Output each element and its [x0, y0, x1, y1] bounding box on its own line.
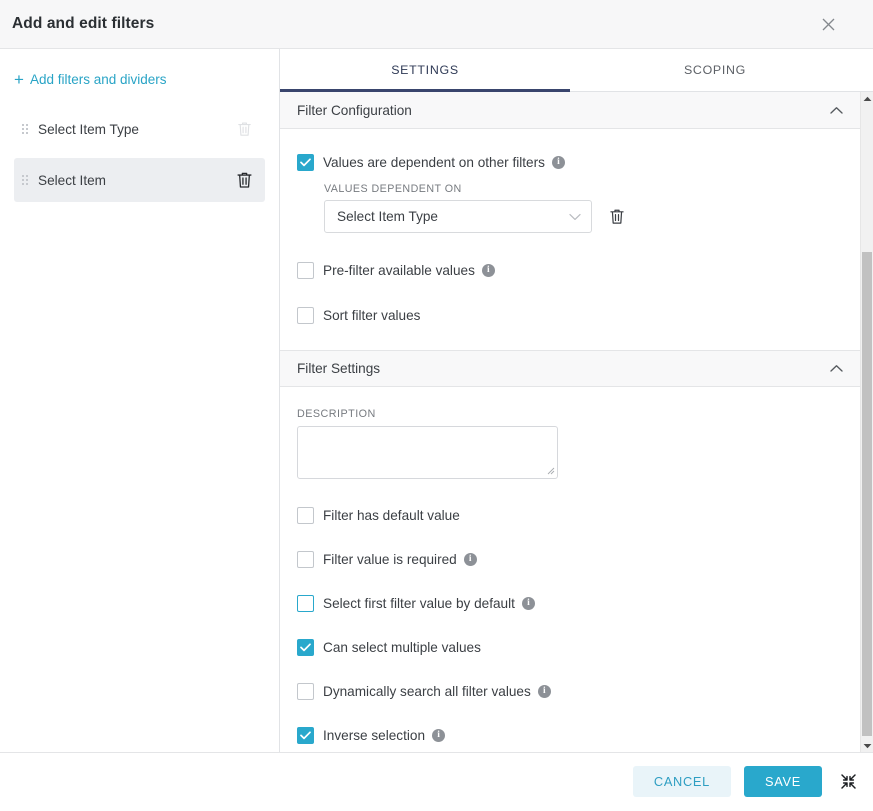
textarea-resize-grip-icon: [546, 466, 555, 477]
select-value: Select Item Type: [337, 209, 438, 224]
checkbox-row-values-dependent: Values are dependent on other filters i: [297, 151, 843, 173]
values-dependent-on-label: VALUES DEPENDENT ON: [324, 183, 462, 195]
checkbox-row-filter-value-is-required: Filter value is required i: [297, 548, 843, 570]
checkbox-label[interactable]: Values are dependent on other filters i: [323, 155, 565, 170]
section-title: Filter Configuration: [297, 102, 412, 118]
checkbox-filter-has-default-value[interactable]: [297, 506, 314, 524]
checkbox-dynamically-search-all-filter-values[interactable]: [297, 682, 314, 700]
info-icon[interactable]: i: [481, 264, 495, 277]
description-label: DESCRIPTION: [297, 408, 376, 420]
checkbox-sort-filter-values[interactable]: [297, 306, 314, 324]
section-body-filter-configuration: Values are dependent on other filters i …: [280, 129, 860, 326]
scroll-down-arrow-icon[interactable]: [861, 739, 873, 752]
checkbox-text: Values are dependent on other filters: [323, 154, 545, 170]
trash-icon[interactable]: [233, 118, 255, 140]
shrink-arrows-icon[interactable]: [837, 771, 859, 793]
chevron-up-icon[interactable]: [830, 106, 843, 115]
drag-handle-icon[interactable]: [14, 175, 36, 185]
filters-sidebar: + Add filters and dividers Select Item T…: [0, 49, 280, 752]
tab-settings[interactable]: SETTINGS: [280, 49, 570, 92]
settings-scroll-area: Filter Configuration Values are dependen…: [280, 92, 873, 752]
checkbox-label[interactable]: Dynamically search all filter values i: [323, 684, 551, 699]
checkbox-row-dynamically-search: Dynamically search all filter values i: [297, 680, 843, 702]
chevron-up-icon[interactable]: [830, 364, 843, 373]
info-icon[interactable]: i: [521, 597, 535, 610]
checkbox-row-can-select-multiple-values: Can select multiple values: [297, 636, 843, 658]
footer-divider: [0, 752, 873, 753]
tab-scoping[interactable]: SCOPING: [570, 49, 860, 91]
section-title: Filter Settings: [297, 361, 381, 376]
info-icon[interactable]: i: [537, 685, 551, 698]
info-icon[interactable]: i: [551, 156, 565, 169]
section-body-filter-settings: DESCRIPTION Filter has default value Fil…: [280, 387, 860, 746]
panel-tabs: SETTINGS SCOPING: [280, 49, 873, 92]
checkbox-row-filter-has-default-value: Filter has default value: [297, 504, 843, 526]
sidebar-item-select-item-type[interactable]: Select Item Type: [14, 107, 265, 151]
checkbox-label[interactable]: Inverse selection i: [323, 727, 446, 743]
checkbox-text: Select first filter value by default: [323, 595, 515, 611]
trash-icon[interactable]: [606, 206, 628, 228]
sidebar-item-label: Select Item Type: [38, 121, 139, 137]
description-input[interactable]: [297, 426, 558, 479]
checkbox-row-pre-filter: Pre-filter available values i: [297, 259, 843, 281]
checkbox-can-select-multiple-values[interactable]: [297, 638, 314, 656]
plus-icon: +: [14, 69, 24, 89]
values-dependent-on-row: Select Item Type: [324, 200, 843, 233]
checkbox-label[interactable]: Pre-filter available values i: [323, 263, 495, 278]
section-header-filter-settings[interactable]: Filter Settings: [280, 350, 860, 387]
tab-scoping-label: SCOPING: [683, 63, 747, 77]
checkbox-inverse-selection[interactable]: [297, 726, 314, 744]
dialog-body: + Add filters and dividers Select Item T…: [0, 49, 873, 752]
values-dependent-on-select[interactable]: Select Item Type: [324, 200, 592, 233]
checkbox-label[interactable]: Filter has default value: [323, 508, 460, 523]
dialog-footer: CANCEL SAVE: [0, 752, 873, 811]
sidebar-item-select-item[interactable]: Select Item: [14, 158, 265, 202]
checkbox-label[interactable]: Can select multiple values: [323, 640, 481, 655]
scroll-up-arrow-icon[interactable]: [861, 92, 873, 105]
checkbox-pre-filter-available-values[interactable]: [297, 261, 314, 279]
close-icon[interactable]: [815, 11, 841, 37]
checkbox-label[interactable]: Filter value is required i: [323, 552, 477, 567]
add-filters-label: Add filters and dividers: [29, 72, 167, 87]
checkbox-text: Dynamically search all filter values: [323, 683, 531, 699]
checkbox-label[interactable]: Sort filter values: [323, 308, 420, 323]
scrollbar-thumb[interactable]: [862, 252, 872, 736]
cancel-button[interactable]: CANCEL: [632, 766, 731, 797]
chevron-down-icon: [569, 213, 581, 221]
section-header-filter-configuration[interactable]: Filter Configuration: [280, 92, 860, 129]
save-button[interactable]: SAVE: [744, 766, 822, 797]
vertical-scrollbar[interactable]: [860, 92, 873, 752]
info-icon[interactable]: i: [463, 553, 477, 566]
checkbox-row-inverse-selection: Inverse selection i: [297, 724, 843, 746]
checkbox-label[interactable]: Select first filter value by default i: [323, 596, 535, 611]
info-icon[interactable]: i: [432, 729, 446, 742]
drag-handle-icon[interactable]: [14, 124, 36, 134]
dialog-title: Add and edit filters: [12, 15, 155, 32]
checkbox-select-first-filter-value-by-default[interactable]: [297, 594, 314, 612]
tab-settings-label: SETTINGS: [391, 63, 459, 77]
checkbox-text: Filter value is required: [323, 551, 457, 567]
sidebar-item-label: Select Item: [38, 172, 106, 188]
dialog-titlebar: Add and edit filters: [0, 0, 873, 49]
add-edit-filters-dialog: Add and edit filters + Add filters and d…: [0, 0, 873, 811]
checkbox-text: Sort filter values: [323, 307, 421, 323]
checkbox-row-select-first-filter-value: Select first filter value by default i: [297, 592, 843, 614]
checkbox-values-dependent-on-other-filters[interactable]: [297, 153, 314, 171]
checkbox-filter-value-is-required[interactable]: [297, 550, 314, 568]
add-filters-and-dividers-button[interactable]: + Add filters and dividers: [0, 49, 279, 88]
trash-icon[interactable]: [233, 169, 255, 191]
settings-panel: SETTINGS SCOPING Filter Configuration Va…: [280, 49, 873, 752]
checkbox-text: Inverse selection: [323, 727, 426, 743]
filter-list: Select Item Type Select Item: [0, 107, 279, 209]
checkbox-text: Filter has default value: [323, 507, 460, 523]
checkbox-text: Pre-filter available values: [323, 262, 475, 278]
checkbox-row-sort-filter-values: Sort filter values: [297, 304, 843, 326]
checkbox-text: Can select multiple values: [323, 639, 481, 655]
